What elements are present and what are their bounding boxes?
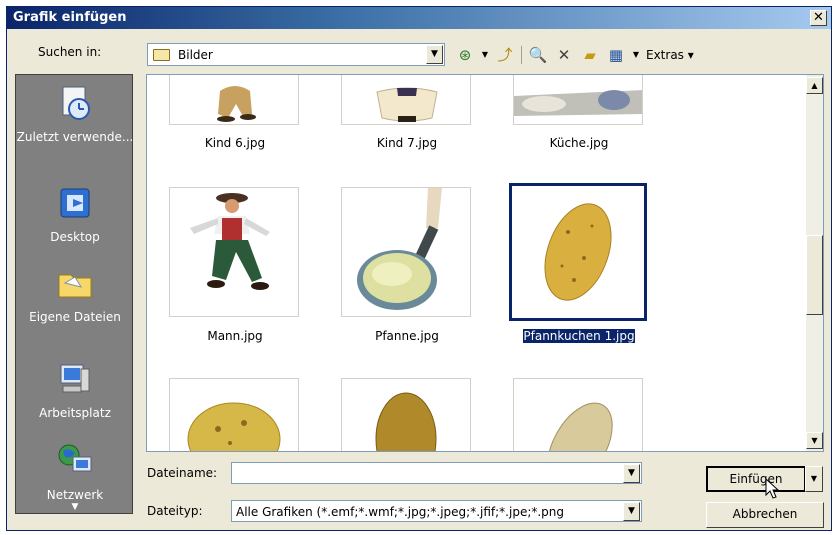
vertical-scrollbar[interactable]: ▲ ▼ [806,75,823,451]
filetype-value: Alle Grafiken (*.emf;*.wmf;*.jpg;*.jpeg;… [236,505,565,519]
back-menu-icon[interactable]: ▼ [481,45,489,65]
file-name[interactable]: Küche.jpg [499,136,659,150]
filename-input[interactable]: ▼ [231,462,642,484]
lookin-value: Bilder [178,48,213,62]
network-icon [58,444,92,472]
views-icon[interactable]: ▦ [606,45,626,65]
file-thumb-kind-6[interactable] [169,75,299,125]
title-bar[interactable]: Grafik einfügen ✕ [7,7,831,29]
file-thumb-mann[interactable] [169,187,299,317]
recent-icon [62,86,90,120]
potato-image [187,402,281,451]
my-documents-icon [58,274,92,298]
chevron-down-icon[interactable]: ▼ [623,464,640,483]
place-recent[interactable]: Zuletzt verwende... [16,83,134,144]
up-folder-icon[interactable]: ⤴ [495,45,515,65]
girl-figure-image [376,87,438,122]
filetype-label: Dateityp: [147,504,203,518]
file-name[interactable]: Mann.jpg [155,329,315,343]
lookin-dropdown[interactable]: Bilder ▼ [147,43,445,66]
place-desktop[interactable]: Desktop [16,183,134,244]
file-thumb-pfanne[interactable] [341,187,471,317]
filename-label: Dateiname: [147,466,218,480]
file-thumb-kind-7[interactable] [341,75,471,125]
file-list[interactable]: Kind 6.jpg Kind 7.jpg Küche.jpg Mann.jpg… [146,74,824,452]
toolbar-separator [521,46,522,64]
place-label: Arbeitsplatz [39,406,111,420]
file-thumb-row3-3[interactable] [513,378,643,451]
extras-menu[interactable]: Extras ▾ [646,48,694,62]
kitchen-image [514,90,642,116]
scrollbar-thumb[interactable] [806,235,823,315]
file-name-selected[interactable]: Pfannkuchen 1.jpg [499,328,659,344]
place-network[interactable]: Netzwerk ▼ [16,441,134,512]
potato-image [375,392,437,451]
file-name[interactable]: Pfanne.jpg [327,329,487,343]
new-folder-icon[interactable]: ▰ [580,45,600,65]
potato-image [547,402,613,451]
file-thumb-kueche[interactable] [513,75,643,125]
file-thumb-row3-1[interactable] [169,378,299,451]
place-label: Netzwerk [46,488,104,502]
scroll-up-button[interactable]: ▲ [806,77,823,94]
place-label: Eigene Dateien [29,310,121,324]
insert-button[interactable]: Einfügen [706,466,806,492]
delete-icon[interactable]: ✕ [554,45,574,65]
scroll-down-arrow-icon[interactable]: ▼ [16,502,134,512]
potato-pancake-image [544,203,612,301]
filetype-dropdown[interactable]: Alle Grafiken (*.emf;*.wmf;*.jpg;*.jpeg;… [231,500,642,522]
scroll-down-button[interactable]: ▼ [806,432,823,449]
man-figure-image [190,193,270,290]
pan-image [357,188,442,310]
places-bar: Zuletzt verwende... Desktop Eigene Datei… [15,74,133,514]
cancel-button[interactable]: Abbrechen [706,502,824,528]
file-name[interactable]: Kind 7.jpg [327,136,487,150]
folder-icon [153,49,170,61]
place-label: Zuletzt verwende... [16,130,134,144]
mouse-cursor-icon [765,478,780,499]
dialog-title: Grafik einfügen [13,10,127,25]
desktop-icon [60,188,90,218]
place-my-computer[interactable]: Arbeitsplatz [16,359,134,420]
boy-figure-image [217,86,256,122]
file-thumb-row3-2[interactable] [341,378,471,451]
lookin-label: Suchen in: [38,45,102,59]
views-menu-icon[interactable]: ▼ [632,45,640,65]
my-computer-icon [60,364,90,393]
place-my-documents[interactable]: Eigene Dateien [16,263,134,324]
toolbar: ⊛ ▼ ⤴ 🔍 ✕ ▰ ▦ ▼ Extras ▾ [455,44,694,66]
insert-options-button[interactable]: ▼ [805,466,823,492]
file-thumb-pfannkuchen-1[interactable] [509,183,647,321]
search-web-icon[interactable]: 🔍 [528,45,548,65]
chevron-down-icon[interactable]: ▼ [426,45,443,64]
file-name[interactable]: Kind 6.jpg [155,136,315,150]
chevron-down-icon[interactable]: ▼ [623,502,640,521]
back-icon[interactable]: ⊛ [455,45,475,65]
place-label: Desktop [50,230,100,244]
close-button[interactable]: ✕ [810,10,827,26]
